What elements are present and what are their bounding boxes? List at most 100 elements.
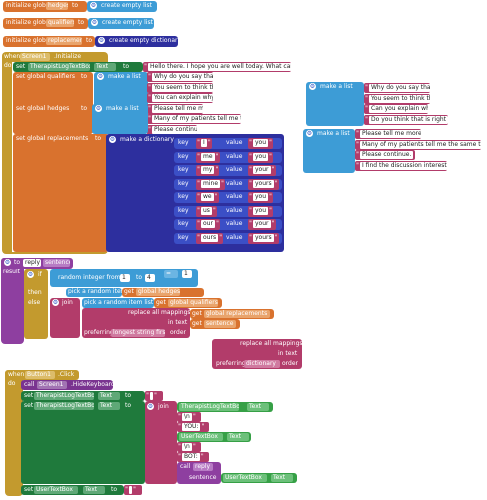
key-string[interactable]: " we " <box>196 192 219 203</box>
greeting-text[interactable]: Hello there. I hope you are well today. … <box>148 63 291 71</box>
value-string[interactable]: " yours " <box>248 178 279 190</box>
dictionary-pair-row[interactable]: key " my " value " your " <box>174 165 282 176</box>
string-value[interactable]: I find the discussion interesting <box>360 161 447 170</box>
string-block[interactable]: "Please tell me more" <box>147 103 203 114</box>
gear-icon[interactable]: ⚙ <box>97 73 104 80</box>
string-block[interactable]: "Why do you say that" <box>364 83 430 93</box>
screen1-dropdown[interactable]: Screen1 <box>37 381 67 389</box>
key-value[interactable]: me <box>201 152 215 161</box>
replacements-var[interactable]: global replacements <box>204 310 270 318</box>
string-value[interactable]: You can explain why <box>152 94 213 102</box>
value-value[interactable]: yours <box>253 179 274 188</box>
gear-icon[interactable]: ⚙ <box>52 299 59 306</box>
string-value[interactable]: Many of my patients tell me the same thi… <box>360 140 481 149</box>
get-log-text-block[interactable]: TherapistLogTextBox Text <box>177 402 273 412</box>
string-block[interactable]: "You seem to think that" <box>364 93 430 104</box>
set-global-replacements-block[interactable]: set global replacements to <box>13 134 109 252</box>
value-value[interactable]: you <box>253 193 269 201</box>
key-value[interactable]: my <box>201 166 215 174</box>
value-string[interactable]: " you " <box>248 151 274 163</box>
bot-label-value[interactable]: BOT: <box>182 453 200 461</box>
make-list-hedges-block[interactable]: ⚙ make a list <box>92 104 148 134</box>
gear-icon[interactable]: ⚙ <box>147 403 154 410</box>
button1-dropdown[interactable]: Button1 <box>25 371 55 379</box>
you-label-string[interactable]: " YOU: " <box>177 422 209 432</box>
gear-icon[interactable]: ⚙ <box>90 2 97 9</box>
sentence-var[interactable]: sentence <box>204 320 236 328</box>
key-string[interactable]: " ours " <box>196 232 224 244</box>
string-value[interactable]: Why do you say that <box>152 73 213 81</box>
you-label-value[interactable]: YOU: <box>182 423 201 431</box>
get-replacements-block[interactable]: get global replacements <box>190 309 274 319</box>
value-string[interactable]: " you " <box>248 205 274 217</box>
screen1-dropdown[interactable]: Screen1 <box>20 53 50 61</box>
string-value[interactable]: You seem to think that <box>152 83 213 92</box>
join-block[interactable]: ⚙ join <box>145 401 177 484</box>
set-global-hedges-block[interactable]: set global hedges to <box>13 104 93 134</box>
button-click-header[interactable]: when Button1 .Click <box>5 370 79 380</box>
init-global-qualifiers-block[interactable]: initialize global qualifiers to <box>3 18 88 29</box>
get-sentence-block[interactable]: get sentence <box>190 319 240 329</box>
string-block[interactable]: "You seem to think that" <box>147 82 213 93</box>
floating-make-list-1[interactable]: ⚙ make a list <box>306 82 364 126</box>
key-value[interactable]: we <box>201 193 214 201</box>
call-reply-block[interactable]: call reply sentence <box>177 462 221 484</box>
text-prop-dropdown[interactable]: Text <box>227 433 249 441</box>
value-value[interactable]: you <box>253 139 269 147</box>
text-prop-dropdown[interactable]: Text <box>271 474 293 482</box>
newline-string-1[interactable]: " \n " <box>177 412 201 422</box>
newline-string-2[interactable]: " \n " <box>177 442 201 452</box>
gear-icon[interactable]: ⚙ <box>306 130 313 137</box>
string-value[interactable]: Please tell me more <box>152 104 203 113</box>
greeting-string-block[interactable]: " Hello there. I hope you are well today.… <box>143 62 291 72</box>
dictionary-pair-row[interactable]: key " our " value " your " <box>174 219 282 230</box>
call-hide-keyboard-block[interactable]: call Screen1 .HideKeyboard <box>21 380 115 390</box>
key-value[interactable]: mine <box>201 179 221 188</box>
text-prop-dropdown[interactable]: Text <box>247 403 269 411</box>
user-textbox-dropdown[interactable]: UserTextBox <box>34 486 78 494</box>
floating-replace-all-block[interactable]: replace all mappings in text preferring … <box>212 339 303 369</box>
empty-string-block-2[interactable]: " " <box>124 485 142 495</box>
string-value[interactable]: Many of my patients tell me the same thi… <box>152 115 241 123</box>
join-block[interactable]: ⚙ join <box>50 298 80 338</box>
string-value[interactable]: Do you think that is right <box>369 115 448 124</box>
string-block[interactable]: "Please tell me more." <box>355 129 421 139</box>
log-component-dropdown[interactable]: TherapistLogTextBox <box>179 403 239 411</box>
gear-icon[interactable]: ⚙ <box>95 105 102 112</box>
key-string[interactable]: " mine " <box>196 178 226 190</box>
string-block[interactable]: "I find the discussion interesting" <box>355 160 447 171</box>
create-empty-list-block[interactable]: ⚙ create empty list <box>87 1 157 12</box>
value-value[interactable]: your <box>253 220 271 228</box>
gear-icon[interactable]: ⚙ <box>98 37 105 44</box>
pick-random-qualifiers-block[interactable]: pick a random item list <box>82 298 154 308</box>
text-prop-dropdown[interactable]: Text <box>98 402 120 410</box>
reply-procedure-block[interactable]: to result <box>1 258 24 344</box>
var-name-replacements[interactable]: replacements <box>46 37 82 45</box>
get-qualifiers-block[interactable]: get global qualifiers <box>154 298 222 308</box>
create-empty-dictionary-block[interactable]: ⚙ create empty dictionary <box>95 36 181 47</box>
create-empty-list-block[interactable]: ⚙ create empty list <box>88 18 154 29</box>
dictionary-pair-row[interactable]: key " mine " value " yours " <box>174 178 282 190</box>
user-textbox-dropdown[interactable]: UserTextBox <box>179 433 223 441</box>
value-string[interactable]: " you " <box>248 138 274 149</box>
log-component-dropdown[interactable]: TherapistLogTextBox <box>34 392 94 400</box>
key-string[interactable]: " our " <box>196 219 220 230</box>
qualifiers-var[interactable]: global qualifiers <box>168 299 218 307</box>
if-block[interactable]: ⚙ if then else <box>24 269 48 339</box>
key-value[interactable]: our <box>201 220 215 228</box>
value-value[interactable]: yours <box>253 233 274 242</box>
string-value[interactable]: Why do you say that <box>369 84 430 92</box>
value-value[interactable]: you <box>253 152 269 161</box>
dictionary-pair-row[interactable]: key " I " value " you " <box>174 138 282 149</box>
string-block[interactable]: "You can explain why" <box>147 93 213 103</box>
newline-value[interactable]: \n <box>182 443 192 451</box>
key-string[interactable]: " us " <box>196 205 217 217</box>
gear-icon[interactable]: ⚙ <box>109 136 116 143</box>
var-name-hedges[interactable]: hedges <box>46 2 68 10</box>
var-name-qualifiers[interactable]: qualifiers <box>46 19 74 27</box>
string-value[interactable]: Please continue. <box>360 151 414 159</box>
log-component-dropdown[interactable]: TherapistLogTextBox <box>28 63 90 71</box>
string-block[interactable]: "Can you explain why" <box>364 104 428 114</box>
equals-dropdown[interactable]: = <box>164 270 178 278</box>
hedges-var[interactable]: global hedges <box>136 288 180 296</box>
